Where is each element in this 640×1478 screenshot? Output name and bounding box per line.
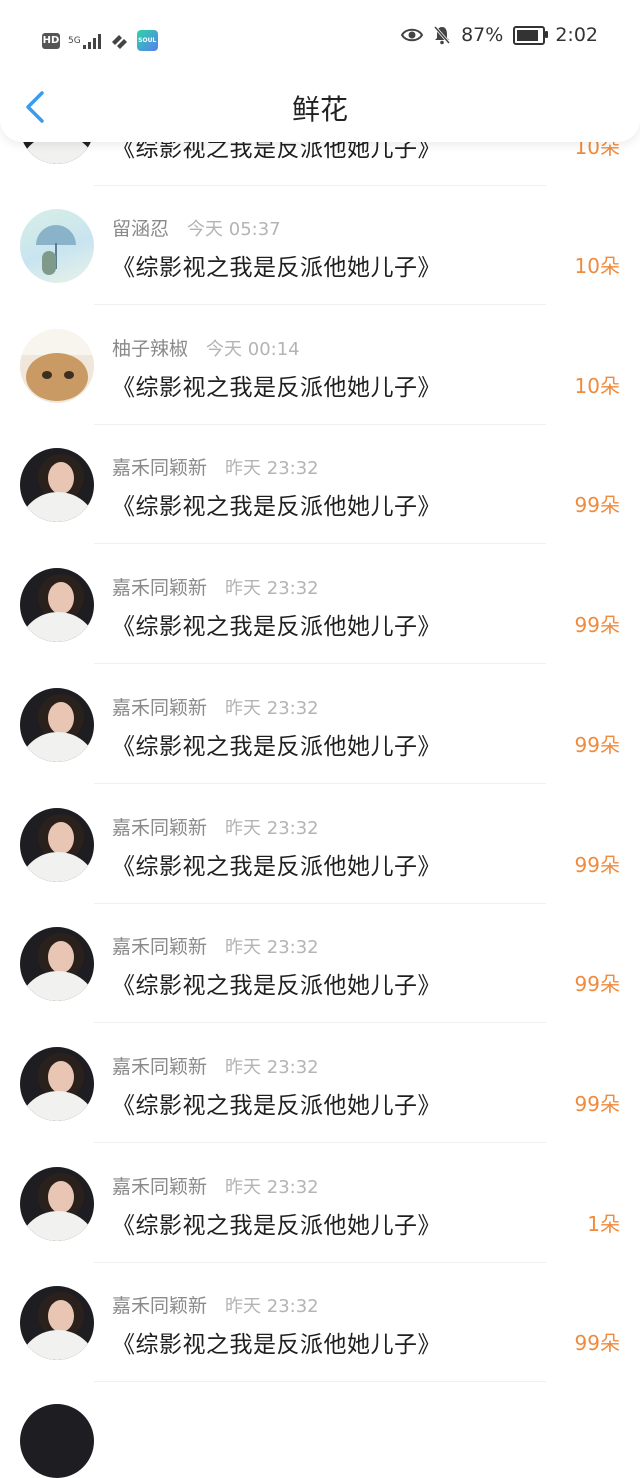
divider	[94, 1381, 546, 1383]
eye-icon	[401, 28, 424, 42]
book-title: 《综影视之我是反派他她儿子》	[112, 853, 441, 880]
timestamp: 昨天 23:32	[225, 458, 319, 480]
book-title: 《综影视之我是反派他她儿子》	[112, 255, 441, 281]
app-badge-icon: SOUL	[136, 30, 158, 51]
book-title: 《综影视之我是反派他她儿子》	[112, 374, 441, 401]
list-item[interactable]: 嘉禾同颖新 昨天 23:32 《综影视之我是反派他她儿子》 99朵	[0, 665, 640, 784]
flower-count: 99朵	[574, 852, 620, 877]
battery-icon	[513, 25, 549, 45]
list-item[interactable]: 嘉禾同颖新 昨天 23:32 《综影视之我是反派他她儿子》 1朵	[0, 1144, 640, 1263]
list-item[interactable]: 嘉禾同颖新 昨天 23:32 《综影视之我是反派他她儿子》 99朵	[0, 425, 640, 545]
flower-count: 10朵	[574, 254, 620, 278]
user-name[interactable]: 嘉禾同颖新 昨天 23:32	[112, 573, 319, 600]
status-bar: HD 5G SOUL 87% 2:02	[0, 0, 640, 78]
user-name[interactable]: 嘉禾同颖新 昨天 23:32	[112, 693, 319, 720]
list-item[interactable]: 嘉禾同颖新 昨天 23:32 《综影视之我是反派他她儿子》 99朵	[0, 545, 640, 665]
clock: 2:02	[555, 24, 598, 46]
battery-percent: 87%	[461, 24, 504, 46]
timestamp: 昨天 23:32	[225, 817, 319, 839]
user-name[interactable]: 嘉禾同颖新 昨天 23:32	[112, 1052, 319, 1079]
signal-icon: 5G	[68, 33, 101, 49]
header: HD 5G SOUL 87% 2:02 鲜花	[0, 0, 640, 142]
avatar[interactable]	[20, 807, 94, 882]
timestamp: 昨天 23:32	[225, 1296, 319, 1318]
avatar[interactable]	[20, 448, 94, 523]
user-name[interactable]: 留涵忍 今天 05:37	[112, 214, 281, 241]
timestamp: 昨天 23:32	[225, 1056, 319, 1078]
avatar[interactable]	[20, 1046, 94, 1121]
user-name[interactable]: 嘉禾同颖新 昨天 23:32	[112, 1172, 319, 1199]
list-item[interactable]: 嘉禾同颖新 昨天 23:32 《综影视之我是反派他她儿子》 99朵	[0, 904, 640, 1024]
flower-count: 99朵	[574, 493, 620, 518]
book-title: 《综影视之我是反派他她儿子》	[112, 1212, 441, 1239]
avatar[interactable]	[20, 1404, 94, 1478]
list-item[interactable]: 嘉禾同颖新 昨天 23:32 《综影视之我是反派他她儿子》 99朵	[0, 1263, 640, 1383]
list-item[interactable]: 柚子辣椒 今天 00:14 《综影视之我是反派他她儿子》 10朵	[0, 306, 640, 425]
list-item[interactable]: 嘉禾同颖新 昨天 23:32 《综影视之我是反派他她儿子》 99朵	[0, 785, 640, 904]
flower-count: 1朵	[587, 1211, 620, 1236]
book-title: 《综影视之我是反派他她儿子》	[112, 494, 441, 521]
mute-bell-icon	[433, 26, 451, 45]
book-title: 《综影视之我是反派他她儿子》	[112, 973, 441, 1000]
avatar[interactable]	[20, 328, 94, 403]
book-title: 《综影视之我是反派他她儿子》	[112, 1092, 441, 1119]
flower-count: 99朵	[574, 613, 620, 638]
avatar[interactable]	[20, 568, 94, 643]
avatar[interactable]	[20, 1286, 94, 1361]
flower-count: 99朵	[574, 732, 620, 757]
timestamp: 昨天 23:32	[225, 578, 319, 600]
user-name[interactable]: 嘉禾同颖新 昨天 23:32	[112, 813, 319, 840]
flower-count: 99朵	[574, 972, 620, 997]
avatar[interactable]	[20, 209, 94, 283]
timestamp: 昨天 23:32	[225, 1176, 319, 1198]
hotspot-icon	[111, 34, 127, 49]
user-name[interactable]: 柚子辣椒 今天 00:14	[112, 334, 300, 361]
flower-count: 99朵	[574, 1331, 620, 1356]
hd-icon: HD	[42, 32, 60, 49]
list-item[interactable]: 留涵忍 今天 05:37 《综影视之我是反派他她儿子》 10朵	[0, 186, 640, 305]
timestamp: 今天 00:14	[206, 338, 300, 360]
user-name[interactable]: 嘉禾同颖新 昨天 23:32	[112, 932, 319, 959]
page-title: 鲜花	[291, 93, 348, 126]
user-name[interactable]: 嘉禾同颖新 昨天 23:32	[112, 1291, 319, 1318]
flower-count: 99朵	[574, 1091, 620, 1116]
avatar[interactable]	[20, 927, 94, 1002]
book-title: 《综影视之我是反派他她儿子》	[112, 733, 441, 760]
avatar[interactable]	[20, 1166, 94, 1241]
book-title: 《综影视之我是反派他她儿子》	[112, 1332, 441, 1359]
book-title: 《综影视之我是反派他她儿子》	[112, 614, 441, 641]
list-item[interactable]: 嘉禾同颖新 昨天 23:32 《综影视之我是反派他她儿子》 99朵	[0, 1024, 640, 1143]
timestamp: 昨天 23:32	[225, 937, 319, 959]
flower-count: 10朵	[574, 373, 620, 398]
avatar[interactable]	[20, 687, 94, 762]
timestamp: 昨天 23:32	[225, 697, 319, 719]
user-name[interactable]: 嘉禾同颖新 昨天 23:32	[112, 453, 319, 480]
timestamp: 今天 05:37	[187, 219, 281, 240]
